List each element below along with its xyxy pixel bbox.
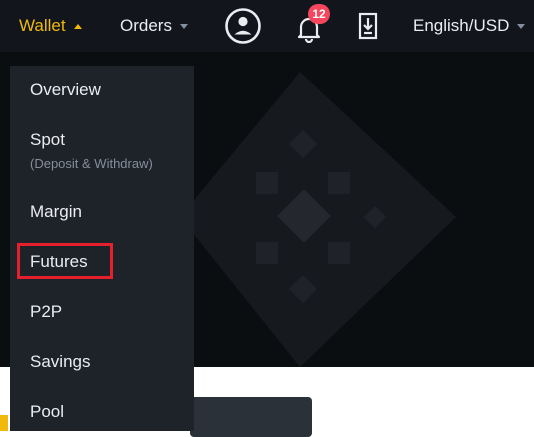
futures-highlight-box [17,243,113,279]
orders-nav-label: Orders [120,16,172,35]
wallet-nav-label: Wallet [19,16,66,35]
user-account-icon [225,8,261,44]
top-navigation-bar: Wallet Orders 12 English/USD [0,0,534,52]
wallet-dropdown-menu: Overview Spot (Deposit & Withdraw) Margi… [10,66,194,431]
language-currency-selector[interactable]: English/USD [413,0,526,52]
menu-item-p2p[interactable]: P2P [30,302,62,322]
orders-nav-menu[interactable]: Orders [120,0,188,52]
menu-item-spot-subtitle: (Deposit & Withdraw) [30,156,153,171]
menu-item-spot[interactable]: Spot [30,130,65,150]
promo-edge [0,415,8,431]
user-account-button[interactable] [224,7,262,45]
menu-item-overview[interactable]: Overview [30,80,101,100]
language-currency-label: English/USD [413,16,510,35]
download-button[interactable] [358,12,378,40]
download-icon [358,12,378,40]
menu-item-pool[interactable]: Pool [30,402,64,422]
wallet-nav-menu[interactable]: Wallet [19,0,82,52]
promo-card [190,397,312,437]
caret-down-icon [179,23,188,29]
caret-down-icon [517,23,526,29]
notifications-count-badge: 12 [308,4,330,24]
menu-item-margin[interactable]: Margin [30,202,82,222]
menu-item-savings[interactable]: Savings [30,352,90,372]
caret-up-icon [73,23,82,29]
